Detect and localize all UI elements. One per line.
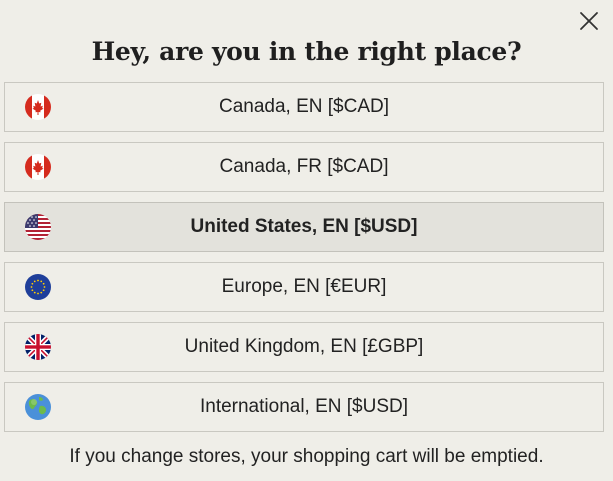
store-option-label: Europe, EN [€EUR] [221, 276, 387, 297]
close-icon [580, 12, 598, 30]
store-option-canada-fr[interactable]: Canada, FR [$CAD] [4, 142, 604, 192]
modal-title: Hey, are you in the right place? [91, 37, 522, 66]
store-option-united-states-en[interactable]: United States, EN [$USD] [4, 202, 604, 252]
store-option-label: Canada, FR [$CAD] [219, 156, 389, 177]
store-option-canada-en[interactable]: Canada, EN [$CAD] [4, 82, 604, 132]
store-option-united-kingdom-en[interactable]: United Kingdom, EN [£GBP] [4, 322, 604, 372]
store-selector-modal: Hey, are you in the right place? Canada,… [0, 0, 613, 481]
store-option-label: International, EN [$USD] [199, 396, 409, 417]
store-option-label: United States, EN [$USD] [190, 216, 418, 237]
store-option-international-en[interactable]: International, EN [$USD] [4, 382, 604, 432]
cart-empty-notice: If you change stores, your shopping cart… [69, 446, 544, 467]
store-option-europe-en[interactable]: Europe, EN [€EUR] [4, 262, 604, 312]
store-list: Canada, EN [$CAD] Canada, FR [$CAD] Unit… [4, 82, 604, 442]
store-option-label: Canada, EN [$CAD] [218, 96, 390, 117]
close-button[interactable] [574, 6, 604, 36]
store-option-label: United Kingdom, EN [£GBP] [184, 336, 424, 357]
